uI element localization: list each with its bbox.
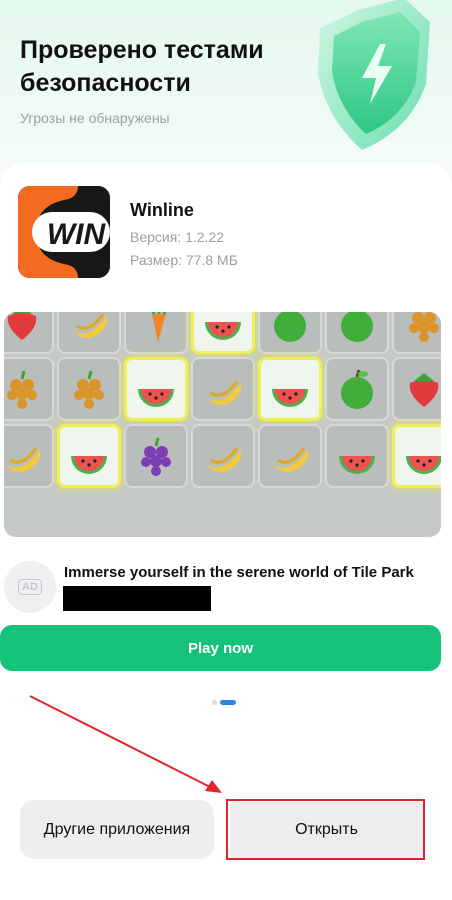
ad-badge-icon: AD [4, 561, 56, 613]
banana-tile-icon [258, 424, 322, 488]
open-button[interactable]: Открыть [230, 802, 423, 858]
page-subtitle: Угрозы не обнаружены [20, 110, 170, 126]
banana-tile-icon [57, 312, 121, 354]
app-version: Версия: 1.2.22 [130, 229, 225, 245]
grapes-tile-icon [57, 357, 121, 421]
watermelon-tile-icon [191, 312, 255, 354]
watermelon-tile-icon [57, 424, 121, 488]
tile-grid [4, 312, 441, 491]
redacted-block [63, 586, 211, 611]
green-apple-tile-icon [325, 312, 389, 354]
green-apple-tile-icon [258, 312, 322, 354]
app-icon-logo-text: WIN [47, 218, 107, 251]
watermelon-tile-icon [124, 357, 188, 421]
grapes-tile-icon [4, 357, 54, 421]
banana-tile-icon [191, 357, 255, 421]
ad-badge-label: AD [18, 579, 42, 595]
watermelon-tile-icon [325, 424, 389, 488]
pager-dot-active [220, 700, 236, 705]
carrot-tile-icon [124, 312, 188, 354]
ad-title: Immerse yourself in the serene world of … [64, 564, 414, 581]
strawberry-tile-icon [4, 312, 54, 354]
other-apps-button[interactable]: Другие приложения [20, 800, 214, 859]
page-title: Проверено тестами безопасности [20, 36, 264, 97]
green-apple-tile-icon [325, 357, 389, 421]
security-shield-icon [300, 0, 452, 160]
watermelon-tile-icon [258, 357, 322, 421]
app-size: Размер: 77.8 МБ [130, 252, 238, 268]
watermelon-tile-icon [392, 424, 441, 488]
banana-tile-icon [191, 424, 255, 488]
pager-dots [212, 700, 236, 705]
pager-dot [212, 700, 217, 705]
grapes-tile-icon [392, 312, 441, 354]
banana-tile-icon [4, 424, 54, 488]
header: Проверено тестами безопасности Угрозы не… [20, 34, 310, 126]
winline-app-icon: WIN [18, 186, 110, 278]
purple-grapes-tile-icon [124, 424, 188, 488]
ad-banner-image[interactable] [4, 312, 441, 537]
app-name: Winline [130, 200, 194, 220]
play-now-button[interactable]: Play now [0, 625, 441, 671]
strawberry-tile-icon [392, 357, 441, 421]
